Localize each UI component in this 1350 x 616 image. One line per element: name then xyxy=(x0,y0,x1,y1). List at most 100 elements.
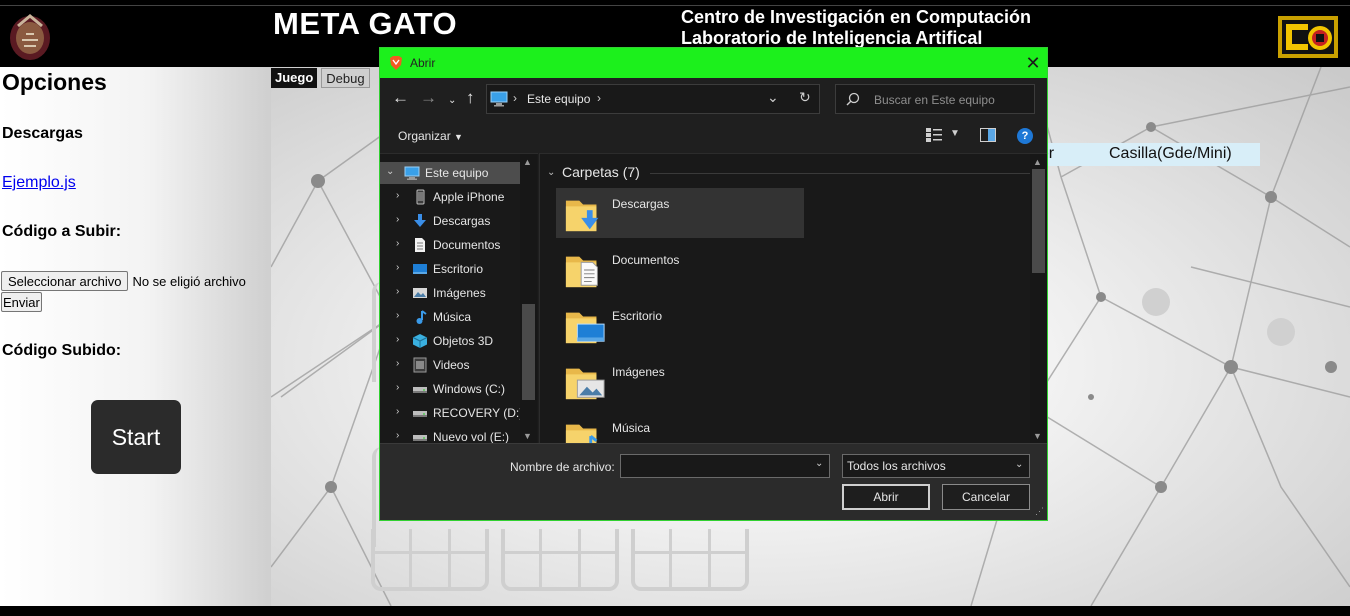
mini-board[interactable] xyxy=(501,529,619,591)
folder-label: Descargas xyxy=(612,197,670,211)
nav-item-label: Escritorio xyxy=(433,262,484,276)
dialog-titlebar[interactable]: Abrir ✕ xyxy=(380,48,1047,78)
nav-item[interactable]: › Música xyxy=(380,306,522,328)
scroll-down-icon[interactable]: ▼ xyxy=(523,431,532,441)
folder-label: Escritorio xyxy=(612,309,663,323)
nav-item[interactable]: ⌄ Este equipo xyxy=(380,162,522,184)
group-divider xyxy=(650,173,1030,174)
open-button[interactable]: Abrir xyxy=(842,484,930,510)
resize-grip-icon[interactable]: ⋰ xyxy=(1035,506,1044,517)
expand-chevron-right-icon[interactable]: › xyxy=(396,214,406,225)
forward-arrow-icon[interactable]: → xyxy=(420,89,437,107)
expand-chevron-right-icon[interactable]: › xyxy=(396,262,406,273)
nav-item-label: Este equipo xyxy=(425,166,489,180)
scrollbar-thumb[interactable] xyxy=(522,304,535,400)
tab-debug[interactable]: Debug xyxy=(321,68,370,88)
header-divider xyxy=(0,5,1350,6)
folder-download-icon xyxy=(565,200,599,232)
nav-item[interactable]: › Escritorio xyxy=(380,258,522,280)
expand-chevron-right-icon[interactable]: › xyxy=(396,406,406,417)
browser-page: META GATO Centro de Investigación en Com… xyxy=(0,0,1350,616)
folder-item[interactable]: Escritorio xyxy=(556,300,804,350)
cube-icon xyxy=(412,334,428,348)
view-options-icon[interactable] xyxy=(925,127,943,143)
file-list-scrollbar[interactable]: ▲ ▼ xyxy=(1030,154,1047,443)
expand-chevron-right-icon[interactable]: › xyxy=(396,238,406,249)
nav-item[interactable]: › Nuevo vol (E:) xyxy=(380,426,522,443)
recent-locations-chevron-icon[interactable]: ⌄ xyxy=(448,92,456,110)
nav-item[interactable]: › Videos xyxy=(380,354,522,376)
organize-button[interactable]: Organizar ▼ xyxy=(398,129,463,143)
scrollbar-thumb[interactable] xyxy=(1032,169,1045,273)
nav-item-label: Imágenes xyxy=(433,286,486,300)
help-icon[interactable]: ? xyxy=(1017,128,1033,144)
expand-chevron-right-icon[interactable]: › xyxy=(396,310,406,321)
folder-pictures-icon xyxy=(565,368,605,400)
file-type-value: Todos los archivos xyxy=(847,459,946,473)
folder-label: Imágenes xyxy=(612,365,665,379)
mini-board[interactable] xyxy=(371,529,489,591)
nav-item[interactable]: › RECOVERY (D:) xyxy=(380,402,523,424)
expand-chevron-right-icon[interactable]: › xyxy=(396,334,406,345)
folder-item[interactable]: Música xyxy=(556,412,804,443)
filename-input[interactable] xyxy=(620,454,830,478)
site-title: META GATO xyxy=(273,6,458,41)
pc-icon xyxy=(490,91,508,107)
view-dropdown-icon[interactable]: ▼ xyxy=(950,128,960,139)
expand-chevron-right-icon[interactable]: › xyxy=(396,382,406,393)
folder-item[interactable]: Imágenes xyxy=(556,356,804,406)
nav-item[interactable]: › Documentos xyxy=(380,234,522,256)
expand-chevron-down-icon[interactable]: ⌄ xyxy=(386,166,396,177)
expand-chevron-right-icon[interactable]: › xyxy=(396,286,406,297)
folder-item[interactable]: Documentos xyxy=(556,244,804,294)
folder-item[interactable]: Descargas xyxy=(556,188,804,238)
nav-item-label: Objetos 3D xyxy=(433,334,494,348)
address-dropdown-icon[interactable]: ⌄ xyxy=(767,89,779,106)
choose-file-button[interactable]: Seleccionar archivo xyxy=(1,271,129,291)
filename-dropdown-icon[interactable]: ⌄ xyxy=(815,458,823,469)
nav-item[interactable]: › Windows (C:) xyxy=(380,378,522,400)
drive-icon xyxy=(413,387,427,393)
page-bottom-bar xyxy=(0,606,1350,616)
nav-item[interactable]: › Descargas xyxy=(380,210,522,232)
nav-item[interactable]: › Objetos 3D xyxy=(380,330,522,352)
tab-juego[interactable]: Juego xyxy=(271,68,318,88)
example-js-link[interactable]: Ejemplo.js xyxy=(2,174,76,192)
scroll-down-icon[interactable]: ▼ xyxy=(1033,431,1042,441)
up-arrow-icon[interactable]: ↑ xyxy=(466,89,475,107)
expand-chevron-right-icon[interactable]: › xyxy=(396,430,406,441)
start-button[interactable]: Start xyxy=(91,400,181,474)
cancel-button[interactable]: Cancelar xyxy=(942,484,1030,510)
address-bar[interactable]: › Este equipo › ⌄ ↻ xyxy=(486,84,820,114)
expand-chevron-right-icon[interactable]: › xyxy=(396,190,406,201)
back-arrow-icon[interactable]: ← xyxy=(392,89,409,107)
address-path[interactable]: Este equipo xyxy=(527,92,590,106)
music-icon xyxy=(416,310,427,324)
breadcrumb-separator-icon: › xyxy=(513,91,517,105)
scroll-up-icon[interactable]: ▲ xyxy=(523,157,532,167)
file-input: Seleccionar archivo No se eligió archivo xyxy=(1,271,246,291)
refresh-icon[interactable]: ↻ xyxy=(799,89,811,106)
expand-chevron-right-icon[interactable]: › xyxy=(396,358,406,369)
nav-item-label: Nuevo vol (E:) xyxy=(433,430,510,443)
chevron-down-icon: ⌄ xyxy=(1015,459,1024,470)
ipn-logo-icon xyxy=(10,14,50,60)
dialog-navigation-bar: ← → ⌄ ↑ › Este equipo › ⌄ ↻ Buscar en Es… xyxy=(380,78,1047,120)
scroll-up-icon[interactable]: ▲ xyxy=(1033,157,1042,167)
breadcrumb-chevron-icon[interactable]: › xyxy=(597,91,601,105)
nav-item[interactable]: › Apple iPhone xyxy=(380,186,522,208)
search-input[interactable]: Buscar en Este equipo xyxy=(835,84,1035,114)
preview-pane-icon[interactable] xyxy=(980,128,996,142)
file-type-select[interactable]: Todos los archivos ⌄ xyxy=(842,454,1030,478)
nav-item[interactable]: › Imágenes xyxy=(380,282,522,304)
send-button[interactable]: Enviar xyxy=(1,292,42,312)
organize-label: Organizar xyxy=(398,129,451,143)
group-collapse-icon[interactable]: ⌄ xyxy=(547,167,555,178)
folders-group-title[interactable]: Carpetas (7) xyxy=(562,164,640,180)
mini-board[interactable] xyxy=(631,529,749,591)
no-file-chosen-text: No se eligió archivo xyxy=(132,273,246,289)
navigation-pane: ⌄ Este equipo › Apple iPhone › Descargas › Docu… xyxy=(380,153,538,443)
downloads-heading: Descargas xyxy=(2,125,83,142)
navigation-scrollbar[interactable]: ▲ ▼ xyxy=(520,154,537,443)
close-icon[interactable]: ✕ xyxy=(1023,53,1043,73)
